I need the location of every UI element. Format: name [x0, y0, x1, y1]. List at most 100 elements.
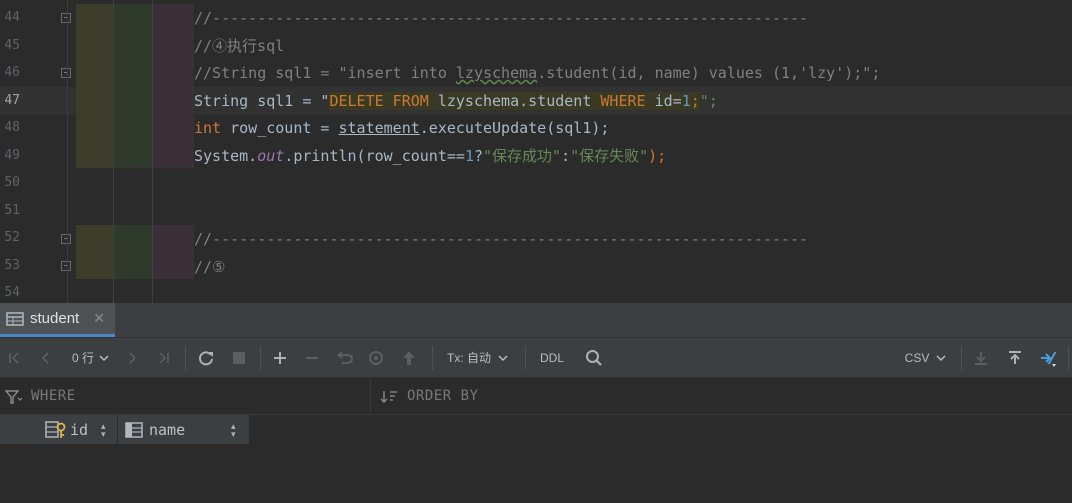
toolbar-separator	[1068, 346, 1069, 370]
fold-marker-icon[interactable]	[61, 261, 71, 271]
line-number: 44	[4, 10, 20, 25]
where-filter-input[interactable]: WHERE	[31, 388, 76, 404]
toolbar-separator	[961, 346, 962, 370]
export-format-dropdown[interactable]: CSV	[902, 338, 950, 377]
primary-key-icon	[45, 420, 66, 438]
code-line[interactable]: //④执行sql	[194, 37, 284, 55]
delete-row-icon[interactable]	[301, 338, 323, 377]
previous-page-icon[interactable]	[36, 338, 56, 377]
indent-block	[152, 225, 194, 279]
code-token: );	[648, 147, 667, 165]
submit-icon[interactable]	[398, 338, 420, 377]
filter-bar: WHERE ORDER BY	[0, 378, 1072, 415]
column-header-id[interactable]: id	[45, 415, 88, 444]
row-count-dropdown[interactable]: 0 行	[66, 338, 116, 377]
order-by-filter-input[interactable]: ORDER BY	[407, 388, 478, 404]
compare-icon[interactable]	[1036, 338, 1060, 377]
stop-icon[interactable]	[228, 338, 250, 377]
close-icon[interactable]: ✕	[93, 310, 105, 327]
code-token: ?	[473, 147, 483, 165]
code-string: "保存成功"	[483, 147, 562, 165]
code-line[interactable]: //--------------------------------------…	[194, 230, 808, 248]
indent-block	[76, 225, 113, 279]
last-page-icon[interactable]	[153, 338, 173, 377]
column-header-label: id	[70, 420, 89, 439]
column-icon	[125, 421, 143, 438]
line-number: 49	[4, 148, 20, 163]
line-number: 53	[4, 258, 20, 273]
code-line[interactable]: //String sql1 = "insert into lzyschema.s…	[194, 64, 880, 82]
code-line[interactable]: //⑤	[194, 258, 226, 276]
fold-marker-icon[interactable]	[61, 68, 71, 78]
code-token: statement	[338, 119, 420, 137]
code-keyword: int	[194, 119, 222, 137]
tab-label: student	[30, 310, 80, 327]
row-count-label: 0 行	[71, 351, 94, 365]
add-row-icon[interactable]	[269, 338, 291, 377]
line-number: 48	[4, 120, 20, 135]
code-line[interactable]: String sql1 = "DELETE FROM lzyschema.stu…	[194, 92, 718, 110]
code-token: row_count =	[221, 119, 339, 137]
csv-label: CSV	[904, 350, 930, 365]
download-icon[interactable]	[970, 338, 992, 377]
tab-student[interactable]: student ✕	[0, 303, 115, 337]
code-line[interactable]: System.out.println(row_count==1?"保存成功":"…	[194, 147, 666, 165]
sort-arrows-icon[interactable]: ▴ ▾	[101, 415, 106, 444]
gutter-separator	[67, 0, 68, 303]
code-line[interactable]: //--------------------------------------…	[194, 9, 808, 27]
toolbar-separator	[525, 346, 526, 370]
fold-marker-icon[interactable]	[61, 13, 71, 23]
toolbar-separator	[185, 346, 186, 370]
code-string: "保存失败"	[570, 147, 649, 165]
code-field: out	[257, 147, 285, 165]
code-number: 1	[681, 92, 691, 110]
sort-icon	[380, 391, 397, 403]
code-token: .student(id, name) values (1,'lzy');";	[537, 64, 881, 82]
toolbar-separator	[432, 346, 433, 370]
tx-label: Tx: 自动	[447, 351, 491, 365]
code-token: ";	[699, 92, 718, 110]
data-panel: student ✕ 0 行 Tx: 自动 DDL CSV WHERE ORDER…	[0, 303, 1072, 503]
code-token: .executeUpdate(sql1);	[419, 119, 610, 137]
code-token: //String sql1 = "insert into	[194, 64, 456, 82]
code-token: id=	[645, 92, 682, 110]
filter-separator	[370, 380, 371, 412]
code-token: lzyschema	[455, 64, 538, 82]
code-token: .println(row_count==	[284, 147, 465, 165]
toolbar-separator	[260, 346, 261, 370]
column-header-name[interactable]: name	[125, 415, 185, 444]
line-number: 52	[4, 230, 20, 245]
ddl-button[interactable]: DDL	[535, 338, 569, 377]
code-token: System.	[194, 147, 258, 165]
upload-icon[interactable]	[1004, 338, 1026, 377]
code-token: ;	[690, 92, 700, 110]
revert-icon[interactable]	[334, 338, 356, 377]
code-editor[interactable]: 44 45 46 47 48 49 50 51 52 53 54 //-----…	[0, 0, 1072, 303]
code-token: :	[561, 147, 571, 165]
sort-arrows-icon[interactable]: ▴ ▾	[231, 415, 236, 444]
code-line[interactable]: int row_count = statement.executeUpdate(…	[194, 119, 609, 137]
line-number: 51	[4, 203, 20, 218]
preview-changes-icon[interactable]	[366, 338, 388, 377]
column-header-label: name	[149, 420, 186, 439]
chevron-down-icon	[99, 354, 109, 361]
search-icon[interactable]	[582, 338, 606, 377]
sql-keyword: DELETE FROM	[329, 92, 429, 110]
chevron-down-icon	[936, 354, 946, 361]
indent-guide	[113, 0, 114, 303]
results-toolbar: 0 行 Tx: 自动 DDL CSV	[0, 338, 1072, 378]
first-page-icon[interactable]	[5, 338, 25, 377]
indent-block	[76, 4, 113, 168]
filter-icon	[5, 390, 23, 404]
indent-block	[113, 4, 152, 168]
line-number: 54	[4, 285, 20, 300]
next-page-icon[interactable]	[122, 338, 142, 377]
refresh-icon[interactable]	[195, 338, 217, 377]
table-header: id ▴ ▾ name ▴ ▾	[0, 415, 249, 444]
line-number: 46	[4, 65, 20, 80]
line-number: 45	[4, 38, 20, 53]
sql-keyword: WHERE	[600, 92, 646, 110]
column-separator[interactable]	[117, 415, 118, 444]
transaction-mode-dropdown[interactable]: Tx: 自动	[442, 338, 514, 377]
fold-marker-icon[interactable]	[61, 234, 71, 244]
